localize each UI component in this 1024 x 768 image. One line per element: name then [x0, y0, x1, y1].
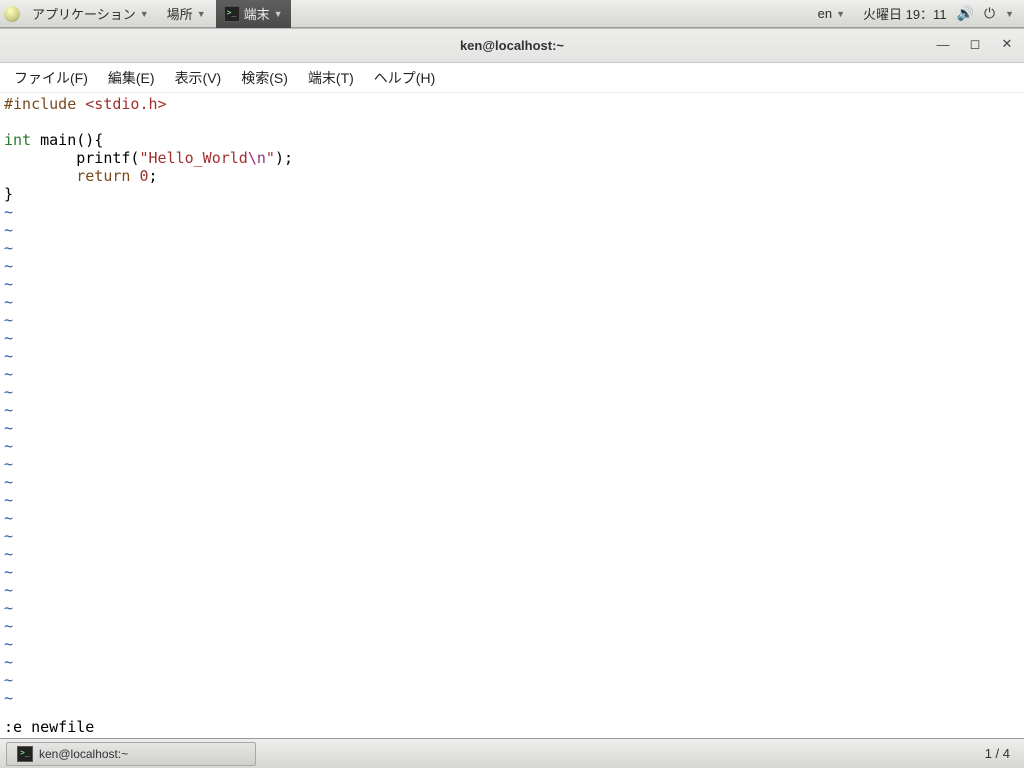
header: <stdio.h>	[85, 95, 166, 113]
task-label: ken@localhost:~	[39, 747, 128, 761]
return-kw: return	[76, 167, 130, 185]
maximize-button[interactable]: ◻	[966, 35, 984, 53]
menu-search[interactable]: 検索(S)	[233, 64, 296, 92]
chevron-down-icon: ▼	[274, 9, 283, 19]
paren: );	[275, 149, 293, 167]
type-kw: int	[4, 131, 31, 149]
terminal-icon	[224, 6, 240, 22]
string-end: "	[266, 149, 275, 167]
string: "Hello_World	[139, 149, 247, 167]
gnome-bottom-panel: ken@localhost:~ 1 / 4	[0, 738, 1024, 768]
window-title: ken@localhost:~	[460, 38, 564, 53]
chevron-down-icon: ▼	[197, 9, 206, 19]
terminal-menubar: ファイル(F) 編集(E) 表示(V) 検索(S) 端末(T) ヘルプ(H)	[0, 63, 1024, 93]
preproc: #include	[4, 95, 76, 113]
terminal-icon	[17, 746, 33, 762]
brace: }	[4, 185, 13, 203]
chevron-down-icon: ▼	[836, 9, 845, 19]
chevron-down-icon: ▼	[140, 9, 149, 19]
applications-menu[interactable]: アプリケーション ▼	[24, 0, 157, 28]
volume-icon[interactable]: 🔊	[957, 5, 974, 22]
vim-tilde-area: ~~~~~~~~~~~~~~~~~~~~~~~~~~~~	[4, 203, 1020, 718]
places-menu[interactable]: 場所 ▼	[159, 0, 214, 28]
window-titlebar[interactable]: ken@localhost:~ — ◻ ✕	[0, 29, 1024, 63]
power-icon[interactable]: ⏻	[984, 5, 995, 22]
workspace-indicator: 1 / 4	[985, 746, 1010, 761]
chevron-down-icon: ▼	[1005, 9, 1014, 19]
window-controls: — ◻ ✕	[934, 35, 1016, 53]
vim-command-line[interactable]: :e newfile	[4, 718, 1020, 738]
minimize-button[interactable]: —	[934, 35, 952, 53]
applications-label: アプリケーション	[32, 4, 136, 23]
clock-label: 火曜日 19：11	[863, 4, 947, 23]
escape: \n	[248, 149, 266, 167]
menu-help[interactable]: ヘルプ(H)	[366, 64, 443, 92]
indent	[4, 167, 76, 185]
gnome-logo-icon	[4, 6, 20, 22]
terminal-window: ken@localhost:~ — ◻ ✕ ファイル(F) 編集(E) 表示(V…	[0, 28, 1024, 738]
gnome-top-panel: アプリケーション ▼ 場所 ▼ 端末 ▼ en ▼ 火曜日 19：11 🔊 ⏻ …	[0, 0, 1024, 28]
active-app-label: 端末	[244, 4, 270, 23]
close-button[interactable]: ✕	[998, 35, 1016, 53]
taskbar-button-terminal[interactable]: ken@localhost:~	[6, 742, 256, 766]
vim-editor-area[interactable]: #include <stdio.h> int main(){ printf("H…	[0, 93, 1024, 738]
workspace-pager[interactable]: 1 / 4	[985, 746, 1018, 761]
input-language-indicator[interactable]: en ▼	[810, 0, 853, 28]
places-label: 場所	[167, 4, 193, 23]
menu-view[interactable]: 表示(V)	[167, 64, 230, 92]
number: 0	[139, 167, 148, 185]
menu-edit[interactable]: 編集(E)	[100, 64, 163, 92]
lang-label: en	[818, 6, 832, 21]
menu-terminal[interactable]: 端末(T)	[300, 64, 362, 92]
active-app-menu[interactable]: 端末 ▼	[216, 0, 291, 28]
func-decl: main(){	[31, 131, 103, 149]
indent: printf(	[4, 149, 139, 167]
menu-file[interactable]: ファイル(F)	[6, 64, 96, 92]
code-content: #include <stdio.h> int main(){ printf("H…	[4, 95, 1020, 203]
